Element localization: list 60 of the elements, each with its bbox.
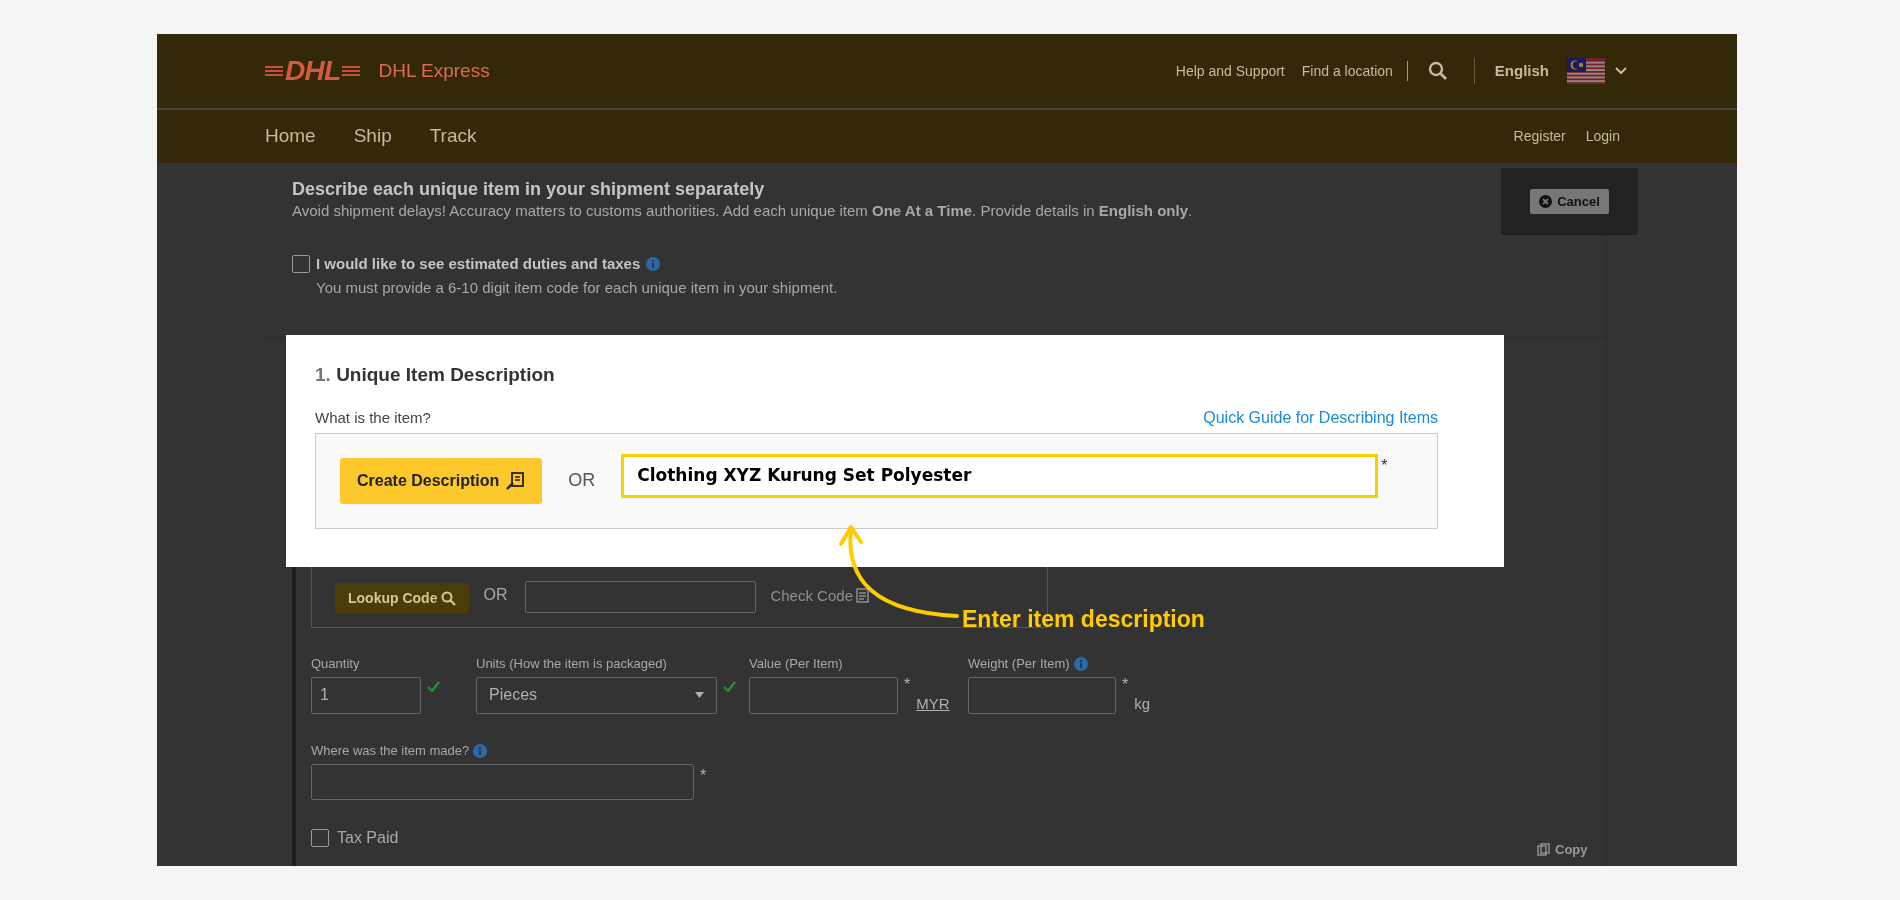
copy-link[interactable]: Copy xyxy=(1555,840,1588,860)
nav-item[interactable]: Ship xyxy=(353,122,392,151)
edit-document-icon xyxy=(505,470,526,491)
brand-name: DHL Express xyxy=(378,58,490,83)
field-label: Quantity xyxy=(311,655,360,673)
chevron-down-icon[interactable] xyxy=(1615,67,1627,75)
annotation-text: Enter item description xyxy=(962,605,1205,634)
header-link[interactable]: Find a location xyxy=(1301,60,1393,82)
guide-link[interactable]: Quick Guide for Describing Items xyxy=(1203,405,1438,430)
account-link[interactable]: Login xyxy=(1585,126,1620,147)
required-asterisk: * xyxy=(904,676,911,693)
description-field[interactable]: Clothing XYZ Kurung Set Polyester xyxy=(621,453,1379,498)
duties-hint: You must provide a 6-10 digit item code for each unique item in your shipment. xyxy=(316,277,838,298)
info-icon[interactable] xyxy=(473,743,488,758)
lookup-code-button[interactable]: Lookup Code xyxy=(335,583,470,613)
instruction-text: Avoid shipment delays! Accuracy matters to customs authorities. Add each unique item One At a Time. Provide details in English only. xyxy=(292,201,1194,221)
field-label: Value (Per Item) xyxy=(749,655,843,673)
field-label: Where was the item made? xyxy=(311,742,470,760)
input-field[interactable] xyxy=(749,676,898,714)
info-icon[interactable] xyxy=(646,257,661,272)
required-asterisk: * xyxy=(700,765,707,786)
nav-item[interactable]: Home xyxy=(265,122,316,151)
item-code-field[interactable] xyxy=(525,581,757,613)
required-asterisk: * xyxy=(1381,455,1388,476)
language-selector[interactable]: English xyxy=(1494,59,1549,83)
nav-item[interactable]: Track xyxy=(429,122,477,151)
account-link[interactable]: Register xyxy=(1513,126,1566,147)
close-icon xyxy=(1539,195,1553,208)
or-text: OR xyxy=(483,585,508,605)
duties-label: I would like to see estimated duties and taxes xyxy=(316,254,641,274)
required-asterisk: * xyxy=(1122,676,1129,693)
cancel-button[interactable]: Cancel xyxy=(1530,189,1609,214)
flag-icon[interactable] xyxy=(1567,58,1605,84)
section-heading: Describe each unique item in your shipment separately xyxy=(292,178,766,201)
create-description-button[interactable]: Create Description xyxy=(340,457,543,504)
field-label: Units (How the item is packaged) xyxy=(476,655,667,673)
check-code-link[interactable]: Check Code xyxy=(770,584,869,613)
logo-stripes-icon xyxy=(265,66,283,76)
units-dropdown[interactable]: Pieces xyxy=(476,676,717,714)
document-icon xyxy=(856,588,869,604)
logo-stripes-icon xyxy=(342,66,361,76)
input-field[interactable]: 1 xyxy=(311,676,421,714)
dropdown-arrow-icon xyxy=(695,692,704,698)
info-icon[interactable] xyxy=(1073,656,1088,671)
copy-icon[interactable] xyxy=(1537,843,1550,857)
origin-field[interactable] xyxy=(311,763,694,800)
tax-paid-checkbox[interactable] xyxy=(311,828,329,847)
logo[interactable]: DHL xyxy=(285,57,341,85)
field-label: Weight (Per Item) xyxy=(968,655,1070,673)
unit-label: kg xyxy=(1134,693,1151,714)
tax-paid-label: Tax Paid xyxy=(337,827,399,848)
or-text: OR xyxy=(568,469,596,492)
question-label: What is the item? xyxy=(315,408,431,428)
header-link[interactable]: Help and Support xyxy=(1175,60,1285,82)
search-icon[interactable] xyxy=(1427,61,1448,81)
input-field[interactable] xyxy=(968,676,1116,714)
card-title: 1. Unique Item Description xyxy=(315,363,556,387)
currency-link[interactable]: MYR xyxy=(916,692,950,715)
search-icon xyxy=(441,590,457,606)
duties-checkbox[interactable] xyxy=(292,255,310,273)
